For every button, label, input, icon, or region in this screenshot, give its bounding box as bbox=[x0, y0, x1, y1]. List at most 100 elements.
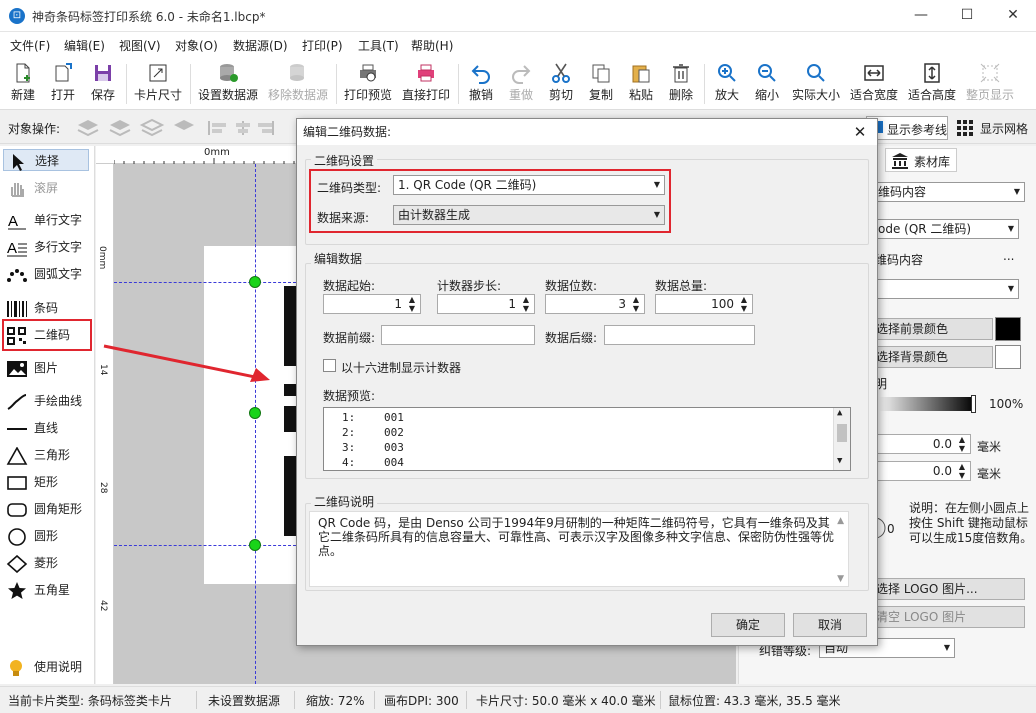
resize-handle-top[interactable] bbox=[249, 276, 261, 288]
tool-freehand[interactable]: 手绘曲线 bbox=[6, 390, 82, 412]
tool-star[interactable]: 五角星 bbox=[6, 579, 70, 601]
menu-edit[interactable]: 编辑(E) bbox=[64, 37, 105, 54]
hex-checkbox[interactable] bbox=[323, 359, 336, 372]
toolbar-divider bbox=[458, 64, 459, 104]
step-input[interactable]: 1 ▲ ▼ bbox=[437, 294, 535, 314]
status-divider bbox=[374, 691, 375, 709]
tool-diamond[interactable]: 菱形 bbox=[6, 552, 58, 574]
qr-type-combo[interactable]: ode (QR 二维码) ▼ bbox=[873, 219, 1019, 239]
toolbar-divider bbox=[190, 64, 191, 104]
paste-button[interactable]: 粘贴 bbox=[624, 60, 658, 106]
menu-view[interactable]: 视图(V) bbox=[119, 37, 161, 54]
undo-label: 撤销 bbox=[468, 88, 493, 102]
resize-handle-bottom[interactable] bbox=[249, 539, 261, 551]
zoom-out-button[interactable]: 缩小 bbox=[750, 60, 784, 106]
digits-input[interactable]: 3 ▲ ▼ bbox=[545, 294, 645, 314]
fit-width-button[interactable]: 适合宽度 bbox=[848, 60, 900, 106]
offset-y-input[interactable]: 0.0 ▲ ▼ bbox=[875, 461, 971, 481]
suffix-input[interactable] bbox=[604, 325, 755, 345]
undo-button[interactable]: 撤销 bbox=[464, 60, 498, 106]
tool-triangle[interactable]: 三角形 bbox=[6, 444, 70, 466]
redo-button[interactable]: 重做 bbox=[504, 60, 538, 106]
selection-guide-top bbox=[114, 282, 296, 283]
tool-rounded-rect[interactable]: 圆角矩形 bbox=[6, 498, 82, 520]
preview-row-value: 004 bbox=[384, 456, 404, 469]
show-guides-toggle[interactable]: 显示参考线 bbox=[866, 116, 948, 140]
new-button[interactable]: 新建 bbox=[6, 60, 40, 106]
prefix-input[interactable] bbox=[381, 325, 535, 345]
desc-scroll-up-icon[interactable]: ▲ bbox=[837, 516, 844, 526]
tool-arc-text[interactable]: 圆弧文字 bbox=[6, 263, 82, 285]
resize-handle-middle[interactable] bbox=[249, 407, 261, 419]
cancel-button[interactable]: 取消 bbox=[793, 613, 867, 637]
maximize-button[interactable]: ☐ bbox=[944, 0, 990, 32]
tool-line[interactable]: 直线 bbox=[6, 417, 58, 439]
set-datasource-button[interactable]: 设置数据源 bbox=[196, 60, 260, 106]
opacity-slider-thumb[interactable] bbox=[971, 395, 976, 413]
background-color-swatch[interactable] bbox=[995, 345, 1021, 369]
desc-scroll-down-icon[interactable]: ▼ bbox=[837, 574, 844, 584]
select-foreground-color-button[interactable]: 选择前景颜色 bbox=[873, 318, 993, 340]
menu-datasource[interactable]: 数据源(D) bbox=[233, 37, 288, 54]
content-field-combo[interactable]: ▼ bbox=[873, 279, 1019, 299]
delete-button[interactable]: 删除 bbox=[664, 60, 698, 106]
select-background-color-button[interactable]: 选择背景颜色 bbox=[873, 346, 993, 368]
bank-icon bbox=[892, 153, 908, 169]
foreground-color-swatch[interactable] bbox=[995, 317, 1021, 341]
tool-panel: 选择 滚屏 A 单行文字 A 多行文字 圆弧文字 条码 二维码 图片 手绘曲线 直线… bbox=[0, 146, 95, 684]
select-logo-button[interactable]: 选择 LOGO 图片... bbox=[873, 578, 1025, 600]
remove-datasource-button[interactable]: 移除数据源 bbox=[266, 60, 330, 106]
tool-select[interactable]: 选择 bbox=[3, 149, 89, 171]
card-size-button[interactable]: 卡片尺寸 bbox=[132, 60, 184, 106]
close-button[interactable]: ✕ bbox=[990, 0, 1036, 32]
start-input[interactable]: 1 ▲ ▼ bbox=[323, 294, 421, 314]
tool-circle[interactable]: 圆形 bbox=[6, 525, 58, 547]
fit-height-button[interactable]: 适合高度 bbox=[906, 60, 958, 106]
tab-material-library[interactable]: 素材库 bbox=[885, 148, 957, 172]
opacity-slider[interactable] bbox=[875, 397, 975, 411]
single-line-text-icon: A bbox=[8, 213, 26, 230]
open-button[interactable]: 打开 bbox=[46, 60, 80, 106]
status-zoom: 缩放: 72% bbox=[306, 694, 365, 708]
show-grid-toggle[interactable]: 显示网格 bbox=[956, 116, 1034, 140]
tool-image-label: 图片 bbox=[34, 361, 59, 375]
more-button[interactable]: ... bbox=[1003, 249, 1014, 263]
usage-guide-button[interactable]: 使用说明 bbox=[6, 656, 82, 678]
dialog-close-icon[interactable]: ✕ bbox=[849, 121, 871, 143]
cut-button[interactable]: 剪切 bbox=[544, 60, 578, 106]
save-button[interactable]: 保存 bbox=[86, 60, 120, 106]
tool-rectangle[interactable]: 矩形 bbox=[6, 471, 58, 493]
total-input[interactable]: 100 ▲ ▼ bbox=[655, 294, 753, 314]
full-page-button[interactable]: 整页显示 bbox=[964, 60, 1016, 106]
menu-object[interactable]: 对象(O) bbox=[175, 37, 218, 54]
ok-button[interactable]: 确定 bbox=[711, 613, 785, 637]
freehand-icon bbox=[7, 393, 27, 410]
scroll-down-icon[interactable]: ▼ bbox=[837, 456, 842, 466]
zoom-in-button[interactable]: 放大 bbox=[710, 60, 744, 106]
direct-print-button[interactable]: 直接打印 bbox=[400, 60, 452, 106]
status-dpi: 画布DPI: 300 bbox=[384, 694, 459, 708]
menu-file[interactable]: 文件(F) bbox=[10, 37, 50, 54]
copy-button[interactable]: 复制 bbox=[584, 60, 618, 106]
offset-x-input[interactable]: 0.0 ▲ ▼ bbox=[875, 434, 971, 454]
clear-logo-button[interactable]: 清空 LOGO 图片 bbox=[873, 606, 1025, 628]
actual-size-button[interactable]: 实际大小 bbox=[790, 60, 842, 106]
scroll-up-icon[interactable]: ▲ bbox=[837, 408, 842, 418]
print-preview-button[interactable]: 打印预览 bbox=[342, 60, 394, 106]
preview-scroll-thumb[interactable] bbox=[837, 424, 847, 442]
tool-scroll[interactable]: 滚屏 bbox=[6, 177, 58, 199]
tool-barcode[interactable]: 条码 bbox=[6, 297, 58, 319]
content-combo[interactable]: 维码内容 ▼ bbox=[873, 182, 1025, 202]
tool-multi-line-text[interactable]: A 多行文字 bbox=[6, 236, 82, 258]
menu-help[interactable]: 帮助(H) bbox=[411, 37, 453, 54]
toolbar-divider bbox=[126, 64, 127, 104]
barcode-icon bbox=[7, 300, 27, 317]
tool-image[interactable]: 图片 bbox=[6, 357, 58, 379]
data-preview-list[interactable]: 1: 001 2: 002 3: 003 4: 004 ▲ ▼ bbox=[323, 407, 851, 471]
menu-tools[interactable]: 工具(T) bbox=[358, 37, 399, 54]
offset-y-value: 0.0 bbox=[932, 464, 952, 478]
tool-single-line-text[interactable]: A 单行文字 bbox=[6, 209, 82, 231]
menu-print[interactable]: 打印(P) bbox=[302, 37, 343, 54]
preview-scrollbar[interactable]: ▲ ▼ bbox=[833, 408, 850, 470]
minimize-button[interactable]: — bbox=[898, 0, 944, 32]
